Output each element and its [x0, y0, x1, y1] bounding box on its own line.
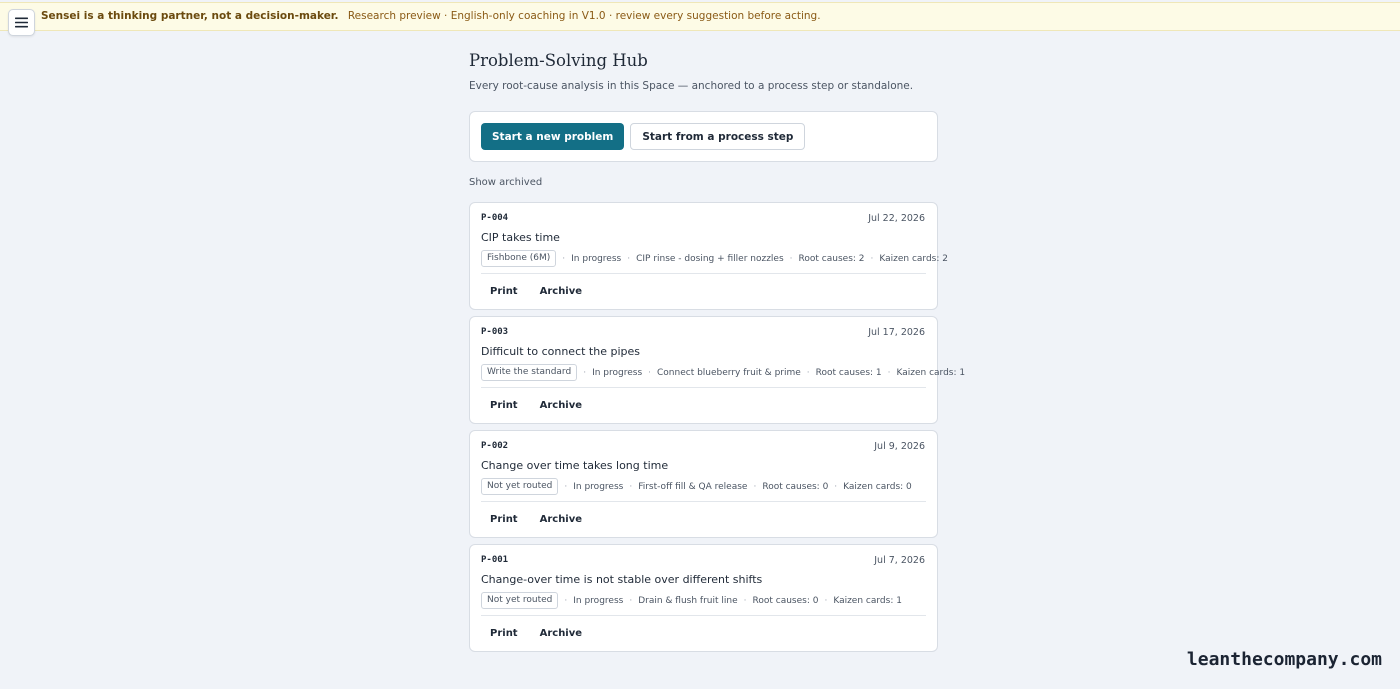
problem-meta: Not yet routed · In progress · Drain & f… — [481, 592, 929, 609]
print-button[interactable]: Print — [481, 395, 527, 415]
separator-dot: · — [583, 367, 587, 378]
problem-date: Jul 17, 2026 — [868, 327, 925, 338]
problem-id: P-003 — [481, 327, 509, 337]
status-text: In progress — [592, 367, 643, 378]
kaizen-cards-count: Kaizen cards: 2 — [879, 253, 948, 264]
root-causes-count: Root causes: 0 — [762, 481, 829, 492]
problem-card: P-001 Jul 7, 2026 Change-over time is no… — [469, 544, 938, 652]
separator-dot: · — [887, 367, 891, 378]
card-divider — [481, 387, 926, 388]
problem-date: Jul 7, 2026 — [874, 555, 925, 566]
problem-id: P-004 — [481, 213, 509, 223]
actions-card: Start a new problem Start from a process… — [469, 111, 938, 162]
kaizen-cards-count: Kaizen cards: 1 — [896, 367, 966, 378]
problem-actions: Print Archive — [481, 395, 591, 415]
status-text: In progress — [573, 595, 624, 606]
archive-button[interactable]: Archive — [531, 509, 591, 529]
separator-dot: · — [629, 595, 633, 606]
process-step-text: Drain & flush fruit line — [638, 595, 738, 606]
banner-detail-text: Research preview · English-only coaching… — [347, 10, 821, 22]
status-text: In progress — [573, 481, 624, 492]
separator-dot: · — [564, 595, 568, 606]
separator-dot: · — [789, 253, 793, 264]
banner-strong-text: Sensei is a thinking partner, not a deci… — [41, 10, 339, 22]
problem-card: P-003 Jul 17, 2026 Difficult to connect … — [469, 316, 965, 424]
problem-hub: Problem-Solving Hub Every root-cause ana… — [469, 48, 965, 652]
separator-dot: · — [627, 253, 631, 264]
problem-actions: Print Archive — [481, 281, 591, 301]
page-title: Problem-Solving Hub — [469, 51, 648, 70]
problem-date: Jul 22, 2026 — [868, 213, 925, 224]
process-step-text: CIP rinse - dosing + filler nozzles — [636, 253, 784, 264]
start-new-problem-button[interactable]: Start a new problem — [481, 123, 625, 150]
archive-button[interactable]: Archive — [531, 281, 591, 301]
separator-dot: · — [834, 481, 838, 492]
show-archived-toggle[interactable]: Show archived — [469, 176, 938, 190]
problem-meta: Not yet routed · In progress · First-off… — [481, 478, 929, 495]
card-divider — [481, 501, 926, 502]
hamburger-menu-icon — [15, 17, 28, 28]
kaizen-cards-count: Kaizen cards: 1 — [833, 595, 902, 606]
separator-dot: · — [824, 595, 828, 606]
print-button[interactable]: Print — [481, 281, 527, 301]
problem-list: P-004 Jul 22, 2026 CIP takes time Fishbo… — [469, 202, 965, 652]
process-step-text: First-off fill & QA release — [638, 481, 748, 492]
problem-title[interactable]: CIP takes time — [481, 231, 560, 244]
print-button[interactable]: Print — [481, 623, 527, 643]
root-causes-count: Root causes: 0 — [752, 595, 819, 606]
card-divider — [481, 273, 926, 274]
separator-dot: · — [743, 595, 747, 606]
separator-dot: · — [562, 253, 566, 264]
problem-card: P-004 Jul 22, 2026 CIP takes time Fishbo… — [469, 202, 948, 310]
method-tag: Not yet routed — [481, 592, 559, 609]
print-button[interactable]: Print — [481, 509, 527, 529]
archive-button[interactable]: Archive — [531, 623, 591, 643]
kaizen-cards-count: Kaizen cards: 0 — [843, 481, 912, 492]
menu-button[interactable] — [8, 9, 35, 36]
problem-id: P-001 — [481, 555, 509, 565]
problem-date: Jul 9, 2026 — [874, 441, 925, 452]
status-text: In progress — [571, 253, 622, 264]
page-subtitle: Every root-cause analysis in this Space … — [469, 80, 914, 92]
problem-id: P-002 — [481, 441, 509, 451]
method-tag: Write the standard — [481, 364, 578, 381]
separator-dot: · — [648, 367, 652, 378]
separator-dot: · — [806, 367, 810, 378]
problem-title[interactable]: Difficult to connect the pipes — [481, 345, 640, 358]
problem-meta: Fishbone (6M) · In progress · CIP rinse … — [481, 250, 948, 267]
problem-title[interactable]: Change-over time is not stable over diff… — [481, 573, 762, 586]
problem-card: P-002 Jul 9, 2026 Change over time takes… — [469, 430, 938, 538]
method-tag: Not yet routed — [481, 478, 559, 495]
separator-dot: · — [870, 253, 874, 264]
problem-meta: Write the standard · In progress · Conne… — [481, 364, 965, 381]
disclaimer-banner: Sensei is a thinking partner, not a deci… — [0, 2, 1400, 31]
start-from-process-step-button[interactable]: Start from a process step — [630, 123, 806, 150]
method-tag: Fishbone (6M) — [481, 250, 557, 267]
problem-title[interactable]: Change over time takes long time — [481, 459, 668, 472]
separator-dot: · — [629, 481, 633, 492]
archive-button[interactable]: Archive — [531, 395, 591, 415]
root-causes-count: Root causes: 2 — [798, 253, 865, 264]
problem-actions: Print Archive — [481, 509, 591, 529]
process-step-text: Connect blueberry fruit & prime — [657, 367, 801, 378]
watermark-text: leanthecompany.com — [1186, 649, 1382, 670]
separator-dot: · — [753, 481, 757, 492]
card-divider — [481, 615, 926, 616]
problem-actions: Print Archive — [481, 623, 591, 643]
separator-dot: · — [564, 481, 568, 492]
root-causes-count: Root causes: 1 — [815, 367, 882, 378]
